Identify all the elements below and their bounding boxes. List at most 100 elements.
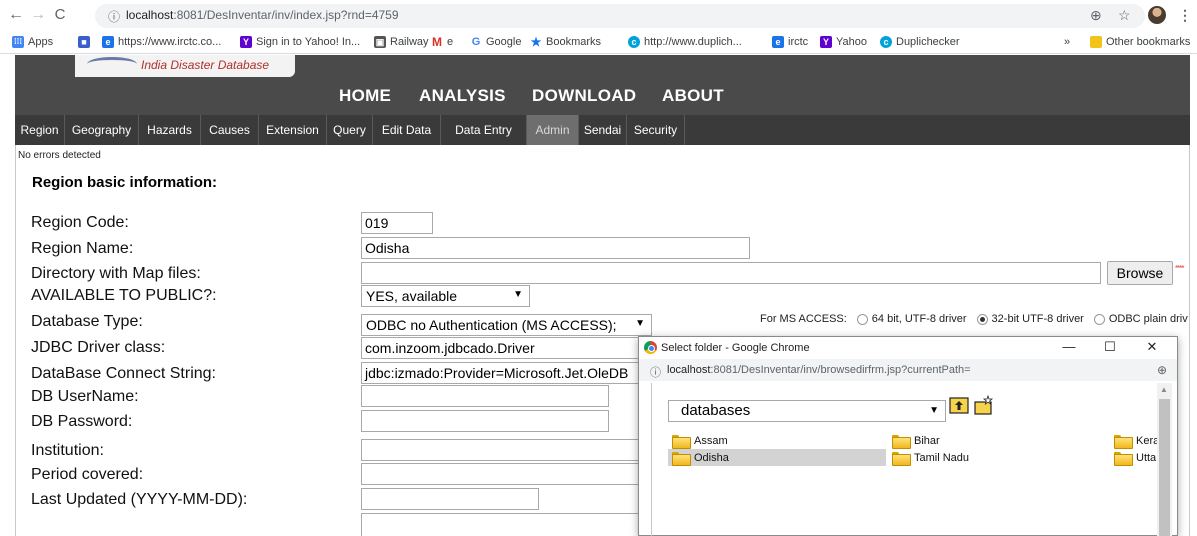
close-icon[interactable]: ✕ [1142, 339, 1162, 355]
app-header: India Disaster Database HOME ANALYSIS DO… [15, 55, 1190, 115]
bookmark-yahoo-signin[interactable]: Y Sign in to Yahoo! In... [240, 36, 360, 48]
tab-edit-data[interactable]: Edit Data [373, 115, 441, 145]
folder-item-uttar[interactable]: Utta [1110, 449, 1157, 466]
other-bookmarks[interactable]: Other bookmarks [1090, 36, 1190, 48]
radio-odbc-plain-label: ODBC plain driv [1108, 313, 1188, 325]
last-updated-label: Last Updated (YYYY-MM-DD): [31, 491, 248, 508]
bookmark-duplich-url[interactable]: c http://www.duplich... [628, 36, 742, 48]
nav-home[interactable]: HOME [339, 86, 391, 106]
forward-icon[interactable]: → [29, 6, 47, 24]
tab-data-entry[interactable]: Data Entry [441, 115, 527, 145]
folder-item-odisha[interactable]: Odisha [668, 449, 886, 466]
info-icon[interactable]: ⓘ [108, 8, 120, 25]
bookmark-duplichecker[interactable]: c Duplichecker [880, 36, 960, 48]
folder-item-assam[interactable]: Assam [668, 432, 886, 449]
popup-title: Select folder - Google Chrome [661, 342, 810, 354]
jdbc-input[interactable]: com.inzoom.jdbcado.Driver [361, 337, 651, 359]
sub-nav: Region Geography Hazards Causes Extensio… [15, 115, 1190, 145]
db-password-label: DB Password: [31, 413, 133, 430]
region-code-input[interactable]: 019 [361, 212, 433, 234]
db-type-label: Database Type: [31, 313, 143, 330]
nav-analysis[interactable]: ANALYSIS [419, 86, 506, 106]
institution-input[interactable] [361, 439, 651, 461]
logo-swoosh-icon [87, 57, 137, 71]
reload-icon[interactable]: C [51, 6, 69, 23]
yahoo-icon: Y [240, 36, 252, 48]
bookmark-ms[interactable]: ■ [78, 36, 90, 48]
bookmark-bookmarks[interactable]: ★ Bookmarks [530, 36, 601, 48]
folder-item-tamil-nadu[interactable]: Tamil Nadu [888, 449, 1106, 466]
map-dir-input[interactable] [361, 262, 1101, 284]
minimize-icon[interactable]: — [1059, 339, 1079, 354]
folder-browser: databases ▼ Assam Bihar Kera Odisha Tamil… [651, 383, 1157, 536]
tab-admin[interactable]: Admin [527, 115, 579, 145]
tab-sendai[interactable]: Sendai [579, 115, 627, 145]
tab-causes[interactable]: Causes [201, 115, 259, 145]
scrollbar-thumb[interactable] [1159, 399, 1170, 536]
extra-input[interactable] [361, 513, 651, 536]
bookmark-apps[interactable]: ⁞⁞⁞ Apps [12, 36, 53, 48]
radio-odbc-plain[interactable] [1093, 313, 1105, 325]
tab-query[interactable]: Query [327, 115, 373, 145]
map-dir-label: Directory with Map files: [31, 265, 201, 282]
db-username-label: DB UserName: [31, 388, 139, 405]
folder-icon [1090, 36, 1102, 48]
chrome-icon [644, 341, 657, 354]
folder-select[interactable]: databases ▼ [668, 400, 946, 422]
popup-url-text: localhost:8081/DesInventar/inv/browsedir… [667, 364, 971, 376]
new-folder-icon[interactable] [974, 395, 994, 415]
scroll-up-icon[interactable]: ▲ [1160, 385, 1168, 394]
db-type-select[interactable]: ODBC no Authentication (MS ACCESS); ▼ [361, 314, 652, 336]
tab-security[interactable]: Security [627, 115, 685, 145]
zoom-icon[interactable]: ⊕ [1157, 363, 1167, 377]
last-updated-input[interactable] [361, 488, 539, 510]
bookmarks-bar: ⁞⁞⁞ Apps ■ e https://www.irctc.co... Y Sign… [0, 32, 1197, 54]
bookmark-railway[interactable]: ▣ Railway [374, 36, 429, 48]
popup-titlebar: Select folder - Google Chrome — ☐ ✕ [639, 337, 1177, 359]
zoom-icon[interactable]: ⊕ [1090, 7, 1102, 24]
connect-string-label: DataBase Connect String: [31, 365, 216, 382]
more-bookmarks-button[interactable]: » [1064, 36, 1070, 48]
folder-item-kerala[interactable]: Kera [1110, 432, 1157, 449]
avatar[interactable] [1148, 6, 1166, 24]
region-name-input[interactable]: Odisha [361, 237, 750, 259]
scrollbar[interactable]: ▲ [1157, 383, 1172, 536]
menu-icon[interactable]: ⋮ [1178, 7, 1192, 24]
radio-32bit[interactable] [976, 313, 988, 325]
public-select[interactable]: YES, available ▼ [361, 285, 530, 307]
railway-icon: ▣ [374, 36, 386, 48]
tab-hazards[interactable]: Hazards [139, 115, 201, 145]
irctc-icon: e [102, 36, 114, 48]
connect-string-input[interactable]: jdbc:izmado:Provider=Microsoft.Jet.OleDB [361, 362, 651, 384]
maximize-icon[interactable]: ☐ [1100, 339, 1120, 355]
nav-about[interactable]: ABOUT [662, 86, 724, 106]
nav-download[interactable]: DOWNLOAD [532, 86, 636, 106]
folder-select-value: databases [681, 402, 751, 419]
public-label: AVAILABLE TO PUBLIC?: [31, 287, 217, 304]
back-icon[interactable]: ← [7, 6, 25, 24]
tab-geography[interactable]: Geography [65, 115, 139, 145]
tab-region[interactable]: Region [15, 115, 65, 145]
folder-item-bihar[interactable]: Bihar [888, 432, 1106, 449]
folder-up-icon[interactable] [949, 395, 969, 415]
info-icon: ⓘ [650, 367, 661, 379]
star-icon[interactable]: ☆ [1118, 7, 1131, 24]
folder-icon [892, 434, 911, 449]
gmail-icon: M [431, 35, 443, 49]
radio-32bit-label: 32-bit UTF-8 driver [991, 313, 1084, 325]
bookmark-yahoo[interactable]: Y Yahoo [820, 36, 867, 48]
db-password-input[interactable] [361, 410, 609, 432]
folder-icon [1114, 451, 1133, 466]
db-username-input[interactable] [361, 385, 609, 407]
bookmark-irctc[interactable]: e irctc [772, 36, 808, 48]
bookmark-google[interactable]: G Google [470, 36, 521, 48]
bookmark-irctc-url[interactable]: e https://www.irctc.co... [102, 36, 221, 48]
bookmark-gmail[interactable]: Me [431, 36, 453, 48]
browse-button[interactable]: Browse [1107, 261, 1173, 285]
period-input[interactable] [361, 463, 651, 485]
tab-extension[interactable]: Extension [259, 115, 327, 145]
required-marker: **** [1175, 264, 1185, 273]
institution-label: Institution: [31, 442, 104, 459]
logo[interactable]: India Disaster Database [75, 55, 295, 77]
radio-64bit[interactable] [856, 313, 868, 325]
